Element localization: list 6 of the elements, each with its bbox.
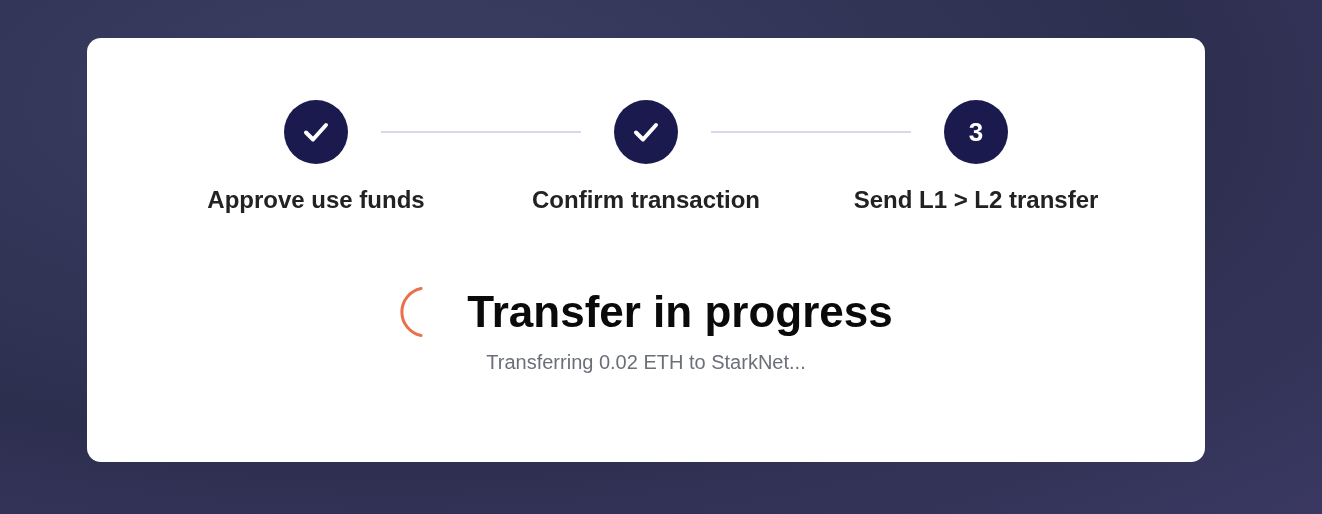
step-label: Approve use funds <box>206 186 426 214</box>
step-label: Confirm transaction <box>531 186 761 214</box>
status-message: Transferring 0.02 ETH to StarkNet... <box>485 350 807 374</box>
step-label: Send L1 > L2 transfer <box>852 186 1100 214</box>
step-number: 3 <box>944 100 1008 164</box>
status-title: Transfer in progress <box>467 286 893 338</box>
